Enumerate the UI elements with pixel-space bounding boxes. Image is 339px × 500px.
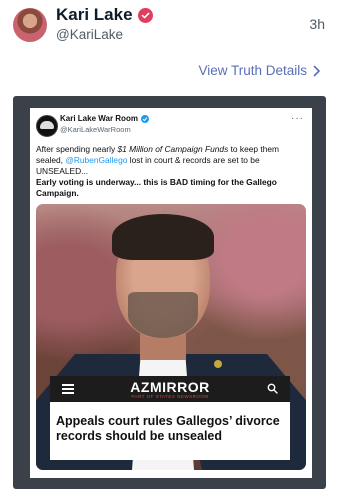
war-room-avatar: [36, 115, 58, 137]
embedded-account-name: Kari Lake War Room: [60, 114, 138, 123]
embedded-tweet-text: After spending nearly $1 Million of Camp…: [36, 144, 280, 176]
hair: [112, 214, 214, 260]
more-icon: ···: [291, 113, 304, 124]
author-name[interactable]: Kari Lake: [56, 5, 133, 25]
view-truth-details-link[interactable]: View Truth Details: [198, 63, 321, 78]
news-photo: AZMIRROR PART OF STATES NEWSROOM Appeals…: [36, 204, 306, 470]
beard: [128, 292, 198, 338]
chevron-right-icon: [313, 65, 321, 76]
post-time: 3h: [309, 16, 325, 32]
embedded-account-handle: @KariLakeWarRoom: [60, 125, 131, 134]
view-truth-details-label: View Truth Details: [198, 63, 307, 78]
embedded-tweet-bold-text: Early voting is underway... this is BAD …: [36, 177, 277, 198]
embedded-tweet-image: Kari Lake War Room @KariLakeWarRoom ··· …: [30, 108, 312, 478]
verified-badge-icon: [137, 7, 153, 23]
news-logo-subtitle: PART OF STATES NEWSROOM: [131, 394, 209, 399]
news-logo: AZMIRROR: [130, 379, 210, 395]
news-headline: Appeals court rules Gallegos’ divorce re…: [56, 414, 280, 443]
author-handle[interactable]: @KariLake: [56, 27, 123, 42]
blue-check-icon: [140, 114, 149, 123]
author-avatar[interactable]: [13, 8, 47, 42]
news-site-header: AZMIRROR PART OF STATES NEWSROOM: [50, 376, 290, 402]
headline-box: Appeals court rules Gallegos’ divorce re…: [50, 402, 290, 460]
lapel-pin: [214, 360, 222, 368]
author-name-row[interactable]: Kari Lake: [56, 5, 153, 25]
search-icon: [267, 383, 278, 394]
embedded-account-name-row: Kari Lake War Room: [60, 114, 149, 123]
